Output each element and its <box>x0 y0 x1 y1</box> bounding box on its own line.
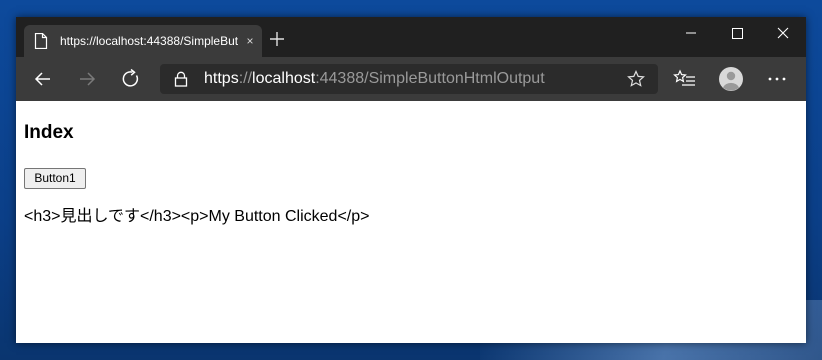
new-tab-icon[interactable] <box>267 29 287 49</box>
back-arrow-icon[interactable] <box>28 65 58 93</box>
url-host: localhost <box>252 70 316 87</box>
output-text: <h3>見出しです</h3><p>My Button Clicked</p> <box>24 208 370 225</box>
maximize-icon[interactable] <box>714 17 760 49</box>
close-icon[interactable] <box>760 17 806 49</box>
page-icon <box>34 33 48 49</box>
title-bar: https://localhost:44388/SimpleButtonHtml… <box>16 17 806 57</box>
address-bar[interactable]: https://localhost:44388/SimpleButtonHtml… <box>160 64 658 94</box>
tab-title: https://localhost:44388/SimpleButtonHtml… <box>60 34 238 48</box>
browser-window: https://localhost:44388/SimpleButtonHtml… <box>16 17 806 343</box>
page-title: Index <box>24 122 74 143</box>
url-path: :44388/SimpleButtonHtmlOutput <box>315 70 545 87</box>
page-content: Index Button1 <h3>見出しです</h3><p>My Button… <box>16 101 806 343</box>
forward-arrow-icon[interactable] <box>72 65 102 93</box>
url-separator: :// <box>238 70 253 87</box>
refresh-icon[interactable] <box>116 65 146 93</box>
url-scheme: https <box>204 70 239 87</box>
favorites-icon[interactable] <box>670 65 700 93</box>
button1[interactable]: Button1 <box>24 168 86 189</box>
more-icon[interactable] <box>762 65 792 93</box>
browser-toolbar: https://localhost:44388/SimpleButtonHtml… <box>16 57 806 101</box>
browser-tab[interactable]: https://localhost:44388/SimpleButtonHtml… <box>24 25 262 57</box>
tab-close-icon[interactable]: × <box>242 33 258 49</box>
url-text[interactable]: https://localhost:44388/SimpleButtonHtml… <box>204 70 545 88</box>
avatar-icon[interactable] <box>716 65 746 93</box>
star-icon[interactable] <box>626 69 646 89</box>
minimize-icon[interactable] <box>668 17 714 49</box>
lock-icon[interactable] <box>174 71 188 87</box>
